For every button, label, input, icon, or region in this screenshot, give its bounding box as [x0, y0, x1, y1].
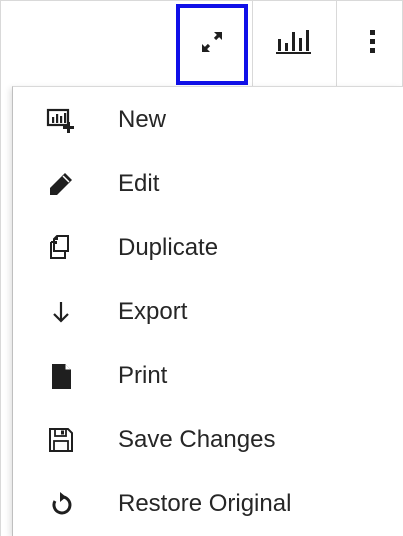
- menu-item-duplicate[interactable]: Duplicate: [13, 216, 393, 280]
- document-icon: [46, 361, 76, 391]
- toolbar-divider: [336, 0, 337, 88]
- down-arrow-icon: [46, 297, 76, 327]
- expand-button[interactable]: [176, 4, 248, 85]
- dropdown-menu: New Edit Duplicate Export Print Save Cha…: [12, 86, 403, 536]
- bar-chart-icon: [274, 27, 314, 62]
- pencil-icon: [46, 169, 76, 199]
- restore-icon: [46, 489, 76, 519]
- menu-item-label: New: [118, 106, 167, 133]
- menu-item-export[interactable]: Export: [13, 280, 393, 344]
- menu-item-restore-original[interactable]: Restore Original: [13, 472, 393, 536]
- duplicate-icon: [46, 233, 76, 263]
- new-chart-icon: [46, 105, 76, 135]
- chart-button[interactable]: [256, 0, 332, 88]
- menu-item-edit[interactable]: Edit: [13, 152, 393, 216]
- more-options-button[interactable]: [344, 0, 400, 88]
- menu-item-label: Print: [118, 362, 168, 389]
- vertical-ellipsis-icon: [366, 27, 378, 62]
- menu-item-label: Edit: [118, 170, 160, 197]
- floppy-disk-icon: [46, 425, 76, 455]
- menu-item-label: Save Changes: [118, 426, 276, 453]
- menu-item-label: Export: [118, 298, 188, 325]
- toolbar: [0, 0, 403, 88]
- menu-item-save-changes[interactable]: Save Changes: [13, 408, 393, 472]
- toolbar-divider: [252, 0, 253, 88]
- menu-item-print[interactable]: Print: [13, 344, 393, 408]
- expand-arrows-icon: [195, 25, 229, 64]
- menu-item-new[interactable]: New: [13, 88, 393, 152]
- page: New Edit Duplicate Export Print Save Cha…: [0, 0, 403, 536]
- menu-item-label: Restore Original: [118, 490, 292, 517]
- menu-item-label: Duplicate: [118, 234, 219, 261]
